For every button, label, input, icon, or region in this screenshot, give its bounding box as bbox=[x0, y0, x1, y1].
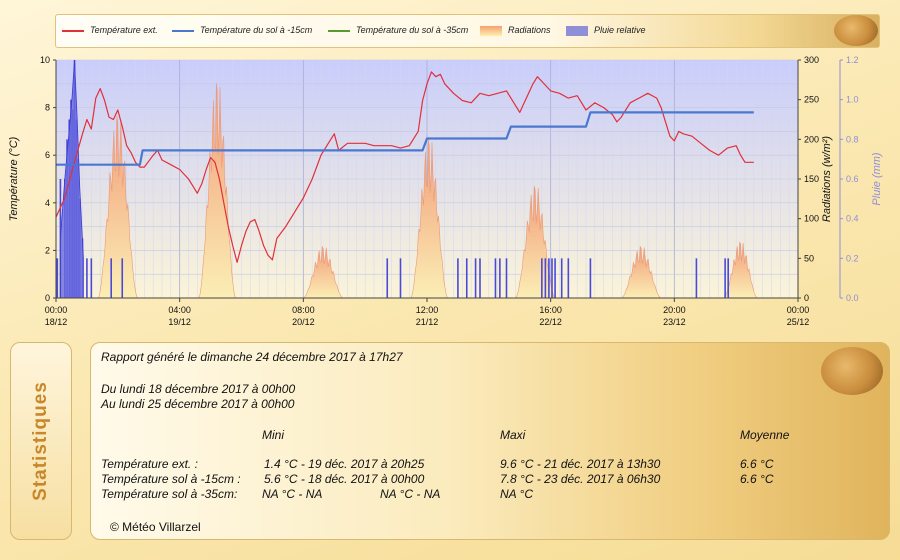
rain-axis-tick-label: 0.6 bbox=[846, 174, 859, 184]
row-label: Température sol à -15cm : bbox=[101, 472, 241, 486]
column-header-max: Maxi bbox=[500, 428, 526, 442]
y-left-tick-label: 0 bbox=[45, 293, 50, 303]
y-right-tick-label: 50 bbox=[804, 253, 814, 263]
x-tick-time-label: 20:00 bbox=[663, 305, 686, 315]
row-max-value: 9.6 °C - 21 déc. 2017 à 13h30 bbox=[500, 457, 661, 471]
period-from-text: Du lundi 18 décembre 2017 à 00h00 bbox=[101, 382, 296, 396]
row-min-value: 5.6 °C - 18 déc. 2017 à 00h00 bbox=[264, 472, 425, 486]
weather-report: Température ext. Température du sol à -1… bbox=[0, 0, 900, 560]
y-left-tick-label: 2 bbox=[45, 245, 50, 255]
row-max-value: 7.8 °C - 23 déc. 2017 à 06h30 bbox=[500, 472, 661, 486]
rain-axis-title: Pluie (mm) bbox=[871, 152, 883, 206]
rain-axis-tick-label: 1.2 bbox=[846, 55, 859, 65]
x-tick-date-label: 25/12 bbox=[787, 317, 810, 327]
period-to-text: Au lundi 25 décembre 2017 à 00h00 bbox=[101, 397, 295, 411]
y-left-tick-label: 10 bbox=[40, 55, 50, 65]
x-tick-time-label: 00:00 bbox=[45, 305, 68, 315]
x-tick-date-label: 20/12 bbox=[292, 317, 315, 327]
report-generated-text: Rapport généré le dimanche 24 décembre 2… bbox=[101, 350, 403, 364]
x-tick-date-label: 19/12 bbox=[168, 317, 191, 327]
rain-axis-tick-label: 0.4 bbox=[846, 214, 859, 224]
x-tick-time-label: 08:00 bbox=[292, 305, 315, 315]
y-right-tick-label: 150 bbox=[804, 174, 819, 184]
y-left-axis-title: Température (°C) bbox=[8, 136, 20, 221]
y-right-tick-label: 300 bbox=[804, 55, 819, 65]
weather-chart: 02468100501001502002503000.00.20.40.60.8… bbox=[8, 55, 883, 327]
row-min-value: NA °C - NA bbox=[262, 487, 323, 501]
row-label: Température ext. : bbox=[101, 457, 198, 471]
stats-tab-label: Statistiques bbox=[30, 381, 51, 501]
rain-axis-tick-label: 0.0 bbox=[846, 293, 859, 303]
x-tick-date-label: 21/12 bbox=[416, 317, 439, 327]
row-avg-value: 6.6 °C bbox=[740, 457, 774, 471]
row-mid-value: NA °C - NA bbox=[380, 487, 441, 501]
rain-axis-tick-label: 0.2 bbox=[846, 253, 859, 263]
column-header-avg: Moyenne bbox=[740, 428, 790, 442]
y-right-tick-label: 200 bbox=[804, 134, 819, 144]
x-tick-date-label: 22/12 bbox=[539, 317, 562, 327]
x-tick-time-label: 12:00 bbox=[416, 305, 439, 315]
x-tick-date-label: 18/12 bbox=[45, 317, 68, 327]
rain-axis-tick-label: 0.8 bbox=[846, 134, 859, 144]
copyright-text: © Météo Villarzel bbox=[110, 520, 201, 534]
y-right-axis-title: Radiations (w/m²) bbox=[821, 136, 833, 223]
rain-axis-tick-label: 1.0 bbox=[846, 95, 859, 105]
row-min-value: 1.4 °C - 19 déc. 2017 à 20h25 bbox=[264, 457, 425, 471]
x-tick-time-label: 16:00 bbox=[539, 305, 562, 315]
x-tick-date-label: 23/12 bbox=[663, 317, 686, 327]
y-left-tick-label: 6 bbox=[45, 150, 50, 160]
y-left-tick-label: 4 bbox=[45, 198, 50, 208]
row-avg-value: 6.6 °C bbox=[740, 472, 774, 486]
y-left-tick-label: 8 bbox=[45, 103, 50, 113]
x-tick-time-label: 00:00 bbox=[787, 305, 810, 315]
stats-side-tab: Statistiques bbox=[10, 342, 72, 540]
y-right-tick-label: 0 bbox=[804, 293, 809, 303]
x-tick-time-label: 04:00 bbox=[168, 305, 191, 315]
y-right-tick-label: 250 bbox=[804, 95, 819, 105]
hay-bale-image bbox=[821, 347, 883, 395]
row-max-value: NA °C bbox=[500, 487, 534, 501]
y-right-tick-label: 100 bbox=[804, 214, 819, 224]
row-label: Température sol à -35cm: bbox=[101, 487, 238, 501]
column-header-min: Mini bbox=[262, 428, 285, 442]
